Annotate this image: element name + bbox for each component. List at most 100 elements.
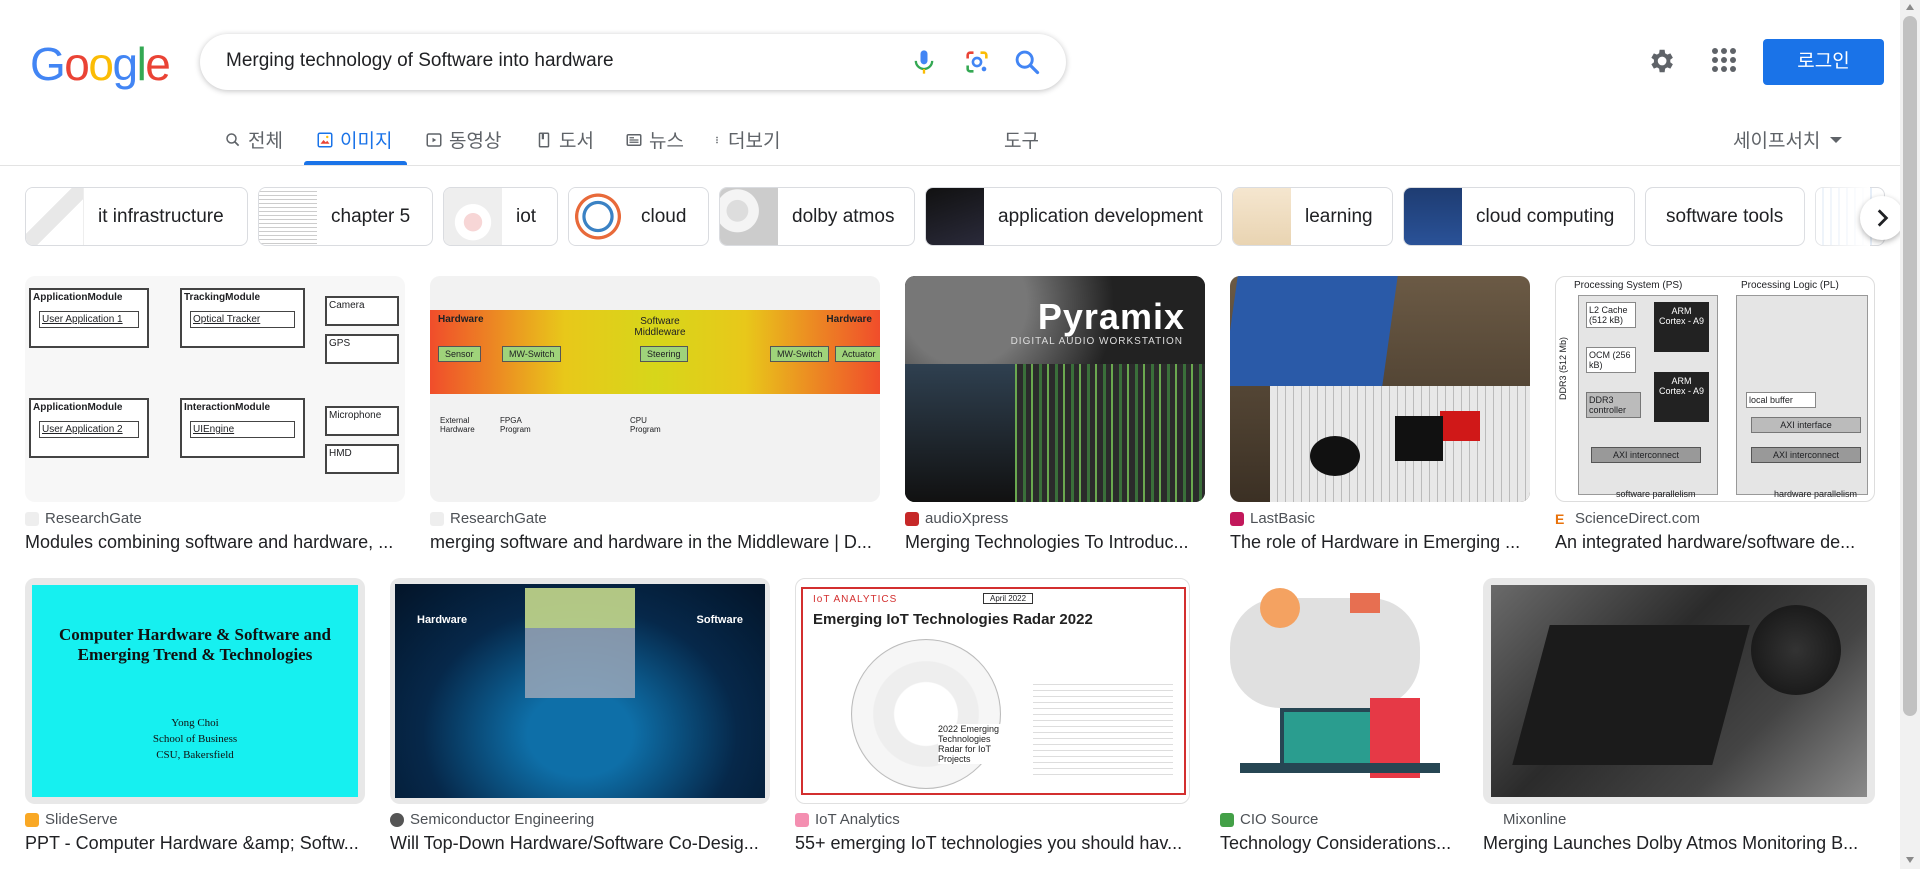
- google-lens-icon[interactable]: [963, 48, 991, 76]
- result-title[interactable]: PPT - Computer Hardware &amp; Softw...: [25, 833, 365, 854]
- result-title[interactable]: Merging Launches Dolby Atmos Monitoring …: [1483, 833, 1875, 854]
- settings-gear-icon[interactable]: [1646, 46, 1676, 76]
- chip-iot[interactable]: iot: [443, 187, 558, 246]
- diagram-text: FPGA Program: [500, 416, 531, 434]
- device-panel: [1512, 625, 1750, 765]
- source-name: SlideServe: [45, 811, 118, 828]
- diagram-text: local buffer: [1746, 392, 1816, 408]
- scrollbar-thumb[interactable]: [1903, 16, 1917, 716]
- chips-next-button[interactable]: [1860, 196, 1904, 240]
- result-title[interactable]: Modules combining software and hardware,…: [25, 532, 405, 553]
- chip-dolby-atmos[interactable]: dolby atmos: [719, 187, 915, 246]
- image-text: Software: [696, 614, 743, 626]
- chip-label: dolby atmos: [792, 205, 895, 227]
- result-title[interactable]: The role of Hardware in Emerging ...: [1230, 532, 1530, 553]
- chip-thumbnail: [926, 188, 984, 245]
- iotanalytics-icon: [795, 812, 809, 827]
- diagram-box: ApplicationModule User Application 1: [29, 288, 149, 348]
- result-thumbnail[interactable]: Computer Hardware & Software and Emergin…: [25, 578, 365, 804]
- diagram-text: OCM (256 kB): [1586, 347, 1636, 373]
- slide-university: CSU, Bakersfield: [156, 749, 234, 761]
- diagram-text: External Hardware: [440, 416, 475, 434]
- diagram-text: User Application 2: [39, 421, 139, 438]
- microphone-icon[interactable]: [910, 48, 938, 76]
- result-thumbnail[interactable]: Pyramix DIGITAL AUDIO WORKSTATION: [905, 276, 1205, 502]
- tools-button[interactable]: 도구: [1004, 126, 1039, 153]
- chip-application-development[interactable]: application development: [925, 187, 1222, 246]
- result-thumbnail[interactable]: [1230, 276, 1530, 502]
- tab-books[interactable]: 도서: [535, 126, 594, 153]
- result-title[interactable]: An integrated hardware/software de...: [1555, 532, 1865, 553]
- image-text: Hardware: [417, 614, 468, 626]
- safesearch-dropdown[interactable]: 세이프서치: [1733, 126, 1843, 153]
- tab-images[interactable]: 이미지: [316, 126, 392, 153]
- chip-it-infrastructure[interactable]: it infrastructure: [25, 187, 248, 246]
- result-source[interactable]: E ScienceDirect.com: [1555, 510, 1700, 527]
- search-box[interactable]: Merging technology of Software into hard…: [200, 34, 1066, 90]
- source-name: IoT Analytics: [815, 811, 900, 828]
- diagram-text: hardware parallelism: [1774, 489, 1858, 499]
- diagram-text: User Application 1: [39, 311, 139, 328]
- slide-background: Computer Hardware & Software and Emergin…: [32, 585, 358, 797]
- tab-news[interactable]: 뉴스: [625, 126, 684, 153]
- chip-thumbnail: [444, 188, 502, 245]
- diagram-text: Camera: [325, 296, 399, 326]
- result-title[interactable]: Merging Technologies To Introduc...: [905, 532, 1205, 553]
- login-button[interactable]: 로그인: [1763, 39, 1884, 85]
- image-text: 2022 Emerging Technologies Radar for IoT…: [938, 724, 1008, 764]
- chip-software-tools[interactable]: software tools: [1645, 187, 1805, 246]
- search-input[interactable]: Merging technology of Software into hard…: [226, 50, 614, 72]
- diagram-text: Optical Tracker: [190, 311, 295, 328]
- chip-label: chapter 5: [331, 205, 411, 227]
- lastbasic-icon: [1230, 511, 1244, 526]
- source-name: LastBasic: [1250, 510, 1316, 527]
- scroll-up-arrow-icon[interactable]: [1906, 4, 1914, 10]
- chip-chapter-5[interactable]: chapter 5: [258, 187, 433, 246]
- image-icon: [317, 132, 333, 147]
- google-logo[interactable]: Google: [30, 38, 171, 90]
- result-title[interactable]: merging software and hardware in the Mid…: [430, 532, 880, 553]
- diagram-text: Actuator: [835, 346, 880, 362]
- result-source[interactable]: SlideServe: [25, 811, 118, 828]
- result-thumbnail[interactable]: Processing System (PS) Processing Logic …: [1555, 276, 1875, 502]
- page-scrollbar[interactable]: [1900, 0, 1920, 869]
- result-source[interactable]: IoT Analytics: [795, 811, 900, 828]
- chevron-down-icon: [1830, 136, 1843, 143]
- scroll-down-arrow-icon[interactable]: [1906, 857, 1914, 863]
- result-thumbnail[interactable]: Hardware Software: [390, 578, 770, 804]
- chip-label: cloud: [641, 205, 687, 227]
- result-title[interactable]: Will Top-Down Hardware/Software Co-Desig…: [390, 833, 770, 854]
- result-source[interactable]: audioXpress: [905, 510, 1008, 527]
- result-source[interactable]: LastBasic: [1230, 510, 1315, 527]
- result-title[interactable]: Technology Considerations...: [1220, 833, 1456, 854]
- cloud-shape: [1230, 598, 1420, 708]
- search-icon[interactable]: [1013, 48, 1041, 76]
- result-source[interactable]: CIO Source: [1220, 811, 1318, 828]
- result-thumbnail[interactable]: IoT ANALYTICS April 2022 Emerging IoT Te…: [795, 578, 1190, 804]
- tab-label: 동영상: [449, 131, 502, 152]
- chip-cloud-computing[interactable]: cloud computing: [1403, 187, 1635, 246]
- google-apps-icon[interactable]: [1712, 48, 1736, 72]
- source-name: ResearchGate: [450, 510, 547, 527]
- chip-learning[interactable]: learning: [1232, 187, 1393, 246]
- tab-videos[interactable]: 동영상: [425, 126, 501, 153]
- diagram-text: AXI interconnect: [1591, 447, 1701, 463]
- result-source[interactable]: ResearchGate: [25, 510, 142, 527]
- result-source[interactable]: Semiconductor Engineering: [390, 811, 594, 828]
- result-thumbnail[interactable]: [1483, 578, 1875, 804]
- chip-cloud[interactable]: cloud: [568, 187, 709, 246]
- diagram-text: CPU Program: [630, 416, 661, 434]
- result-thumbnail[interactable]: [1220, 578, 1456, 804]
- result-thumbnail[interactable]: ApplicationModule User Application 1 Trac…: [25, 276, 405, 502]
- result-title[interactable]: 55+ emerging IoT technologies you should…: [795, 833, 1190, 854]
- result-source[interactable]: Mixonline: [1483, 811, 1566, 828]
- tab-more[interactable]: 더보기: [712, 126, 780, 153]
- safesearch-label: 세이프서치: [1733, 131, 1821, 152]
- result-source[interactable]: ResearchGate: [430, 510, 547, 527]
- tab-all[interactable]: 전체: [224, 126, 283, 153]
- chip-label: iot: [516, 205, 537, 227]
- ciosource-icon: [1220, 812, 1234, 827]
- result-thumbnail[interactable]: Hardware Software Middleware Hardware Se…: [430, 276, 880, 502]
- logo-letter: G: [30, 38, 66, 90]
- tab-label: 전체: [248, 131, 283, 152]
